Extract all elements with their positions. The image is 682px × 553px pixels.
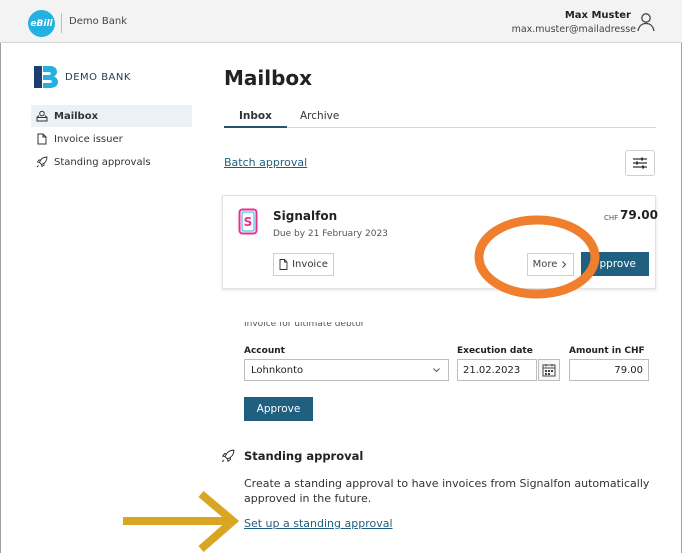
account-label: Account	[244, 346, 285, 356]
rocket-icon	[221, 449, 235, 463]
tab-bar: Inbox Archive	[224, 106, 656, 128]
user-icon[interactable]	[636, 12, 656, 32]
biller-name: Signalfon	[273, 209, 338, 223]
sidebar-item-invoice-issuer[interactable]: Invoice issuer	[31, 128, 192, 150]
sliders-icon	[633, 157, 647, 169]
document-icon	[37, 133, 47, 145]
bank-logo-text: DEMO BANK	[65, 72, 131, 83]
execution-date-value: 21.02.2023	[463, 364, 521, 376]
calendar-icon	[542, 364, 556, 377]
set-up-standing-approval-link[interactable]: Set up a standing approval	[244, 517, 393, 530]
sidebar-item-label: Standing approvals	[54, 156, 151, 168]
approve-form-button[interactable]: Approve	[244, 397, 313, 421]
mailbox-icon	[36, 110, 48, 122]
currency-label: CHF	[604, 214, 619, 222]
bank-logo-icon	[34, 66, 58, 88]
signalfon-logo-icon: S	[238, 208, 258, 235]
execution-date-input[interactable]: 21.02.2023	[457, 359, 537, 381]
standing-approval-description: Create a standing approval to have invoi…	[244, 477, 650, 505]
filter-button[interactable]	[625, 150, 655, 176]
invoice-button[interactable]: Invoice	[273, 253, 334, 276]
invoice-amount: 79.00	[620, 208, 658, 222]
amount-input-value: 79.00	[614, 364, 643, 376]
chevron-down-icon	[433, 368, 440, 373]
user-name: Max Muster	[564, 10, 631, 21]
top-bar: eBill Demo Bank Max Muster max.muster@ma…	[0, 0, 682, 43]
sidebar-item-label: Invoice issuer	[54, 133, 123, 145]
execution-date-label: Execution date	[457, 346, 533, 356]
ultimate-debtor-text: Invoice for ultimate debtor	[244, 322, 365, 328]
amount-label: Amount in CHF	[569, 346, 645, 356]
tab-archive[interactable]: Archive	[300, 110, 339, 128]
approve-form-button-label: Approve	[256, 403, 301, 415]
due-date: Due by 21 February 2023	[273, 229, 388, 239]
sidebar-item-mailbox[interactable]: Mailbox	[31, 105, 192, 127]
amount-input[interactable]: 79.00	[569, 359, 649, 381]
sidebar-item-label: Mailbox	[54, 110, 99, 122]
page-title: Mailbox	[224, 66, 313, 90]
account-select[interactable]: Lohnkonto	[244, 359, 449, 381]
yellow-arrow-annotation	[123, 490, 239, 553]
sidebar-item-standing-approvals[interactable]: Standing approvals	[31, 151, 192, 173]
ebill-logo[interactable]: eBill	[28, 10, 55, 37]
user-email: max.muster@mailadresse	[511, 24, 636, 35]
rocket-icon	[36, 156, 48, 168]
ebill-logo-text: eBill	[30, 18, 53, 29]
batch-approval-link[interactable]: Batch approval	[224, 156, 307, 169]
account-value: Lohnkonto	[251, 364, 304, 376]
document-icon	[279, 259, 288, 270]
approve-button-label: pprove	[599, 258, 636, 270]
topbar-divider	[61, 13, 62, 33]
orange-circle-annotation	[474, 215, 600, 299]
standing-approval-title: Standing approval	[244, 449, 364, 463]
bank-name: Demo Bank	[69, 16, 128, 27]
invoice-button-label: Invoice	[292, 259, 328, 270]
svg-text:S: S	[244, 215, 253, 229]
tab-inbox[interactable]: Inbox	[224, 110, 287, 128]
calendar-button[interactable]	[538, 359, 560, 381]
